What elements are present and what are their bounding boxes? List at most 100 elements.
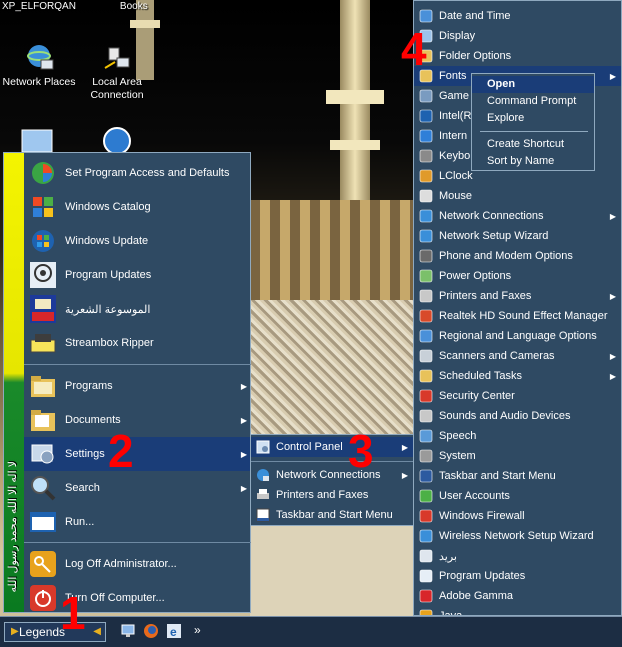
- settings-submenu: Control Panel ▶ Network Connections ▶ Pr…: [250, 434, 414, 526]
- cp-intel-r-icon: [418, 108, 434, 124]
- menu-item-printers-faxes[interactable]: Printers and Faxes: [251, 485, 413, 505]
- menu-item-label: Fonts: [439, 70, 467, 82]
- start-item-label: Programs: [65, 380, 113, 392]
- firefox-icon[interactable]: [143, 623, 159, 639]
- menu-item-label: Security Center: [439, 390, 515, 402]
- desktop-icon-partial-1[interactable]: [20, 128, 54, 154]
- start-item-search[interactable]: Search ▶: [24, 471, 251, 505]
- cp-java-icon: [418, 608, 434, 615]
- start-item-label: Program Updates: [65, 269, 152, 281]
- start-item-windows-update[interactable]: Windows Update: [24, 224, 251, 258]
- cp-game-icon: [418, 88, 434, 104]
- start-item-settings[interactable]: Settings ▶: [24, 437, 251, 471]
- key-icon: [28, 549, 58, 579]
- cp-mouse-icon: [418, 188, 434, 204]
- start-item-documents[interactable]: Documents ▶: [24, 403, 251, 437]
- menu-item-label: بريد: [439, 550, 457, 563]
- context-item-create-shortcut[interactable]: Create Shortcut: [472, 136, 594, 153]
- menu-item-label: Network Connections: [439, 210, 544, 222]
- cp-item-taskbar-and-start-menu[interactable]: Taskbar and Start Menu: [414, 466, 621, 486]
- poetry-encyclopedia-icon: [28, 294, 58, 324]
- cp-item-item-27[interactable]: بريد: [414, 546, 621, 566]
- menu-item-label: System: [439, 450, 476, 462]
- start-item-program-updates[interactable]: Program Updates: [24, 258, 251, 292]
- cp-item-system[interactable]: System: [414, 446, 621, 466]
- cp-item-date-and-time[interactable]: Date and Time: [414, 6, 621, 26]
- menu-item-label: Intern: [439, 130, 468, 142]
- desktop-label-xp[interactable]: XP_ELFORQAN: [2, 0, 76, 14]
- menu-item-taskbar-start[interactable]: Taskbar and Start Menu: [251, 505, 413, 525]
- cp-item-scanners-and-cameras[interactable]: Scanners and Cameras ▶: [414, 346, 621, 366]
- cp-intern-icon: [418, 128, 434, 144]
- menu-item-label: Scheduled Tasks: [439, 370, 522, 382]
- start-item-run[interactable]: Run...: [24, 505, 251, 539]
- context-item-sort-by-name[interactable]: Sort by Name: [472, 153, 594, 170]
- start-item-log-off[interactable]: Log Off Administrator...: [24, 547, 251, 581]
- context-item-command-prompt[interactable]: Command Prompt: [472, 93, 594, 110]
- cp-wireless-network-setup-wizard-icon: [418, 528, 434, 544]
- network-places-shortcut[interactable]: Network Places: [0, 42, 82, 89]
- cp-item-network-setup-wizard[interactable]: Network Setup Wizard: [414, 226, 621, 246]
- start-item-program-access[interactable]: Set Program Access and Defaults: [24, 156, 251, 190]
- menu-item-label: LClock: [439, 170, 473, 182]
- context-separator: [480, 131, 588, 132]
- cp-scanners-and-cameras-icon: [418, 348, 434, 364]
- cp-item-display[interactable]: Display: [414, 26, 621, 46]
- printer-icon: [255, 487, 271, 503]
- cp-item-java[interactable]: Java: [414, 606, 621, 615]
- cp-item-realtek-hd-sound-effect-manager[interactable]: Realtek HD Sound Effect Manager: [414, 306, 621, 326]
- start-menu-separator: [24, 542, 251, 543]
- control-panel-icon: [255, 439, 271, 455]
- start-item-windows-catalog[interactable]: Windows Catalog: [24, 190, 251, 224]
- cp-item-folder-options[interactable]: Folder Options: [414, 46, 621, 66]
- cp-item-sounds-and-audio-devices[interactable]: Sounds and Audio Devices: [414, 406, 621, 426]
- menu-item-control-panel[interactable]: Control Panel ▶: [251, 437, 413, 457]
- start-button-label: Legends: [19, 625, 66, 639]
- cp-item-network-connections[interactable]: Network Connections ▶: [414, 206, 621, 226]
- menu-item-label: Date and Time: [439, 10, 511, 22]
- desktop-icon-partial-2[interactable]: [100, 124, 134, 154]
- internet-explorer-icon[interactable]: e: [166, 623, 182, 639]
- desktop-label-books[interactable]: Books: [120, 0, 148, 14]
- cp-item-user-accounts[interactable]: User Accounts: [414, 486, 621, 506]
- cp-item-scheduled-tasks[interactable]: Scheduled Tasks ▶: [414, 366, 621, 386]
- start-item-label: Streambox Ripper: [65, 337, 154, 349]
- local-area-connection-icon: [104, 47, 130, 69]
- taskbar: ▶ Legends ◀ e »: [0, 616, 622, 647]
- start-item-poetry-encyclopedia[interactable]: الموسوعة الشعرية: [24, 292, 251, 326]
- start-item-streambox-ripper[interactable]: Streambox Ripper: [24, 326, 251, 360]
- start-item-label: Log Off Administrator...: [65, 558, 177, 570]
- cp-item-adobe-gamma[interactable]: Adobe Gamma: [414, 586, 621, 606]
- start-item-programs[interactable]: Programs ▶: [24, 369, 251, 403]
- start-item-turn-off[interactable]: Turn Off Computer...: [24, 581, 251, 615]
- cp-item-security-center[interactable]: Security Center: [414, 386, 621, 406]
- cp-keybo-icon: [418, 148, 434, 164]
- annotation-number-2: 2: [108, 425, 134, 477]
- fonts-context-menu: Open Command Prompt Explore Create Short…: [471, 73, 595, 171]
- cp-item-wireless-network-setup-wizard[interactable]: Wireless Network Setup Wizard: [414, 526, 621, 546]
- context-item-open[interactable]: Open: [472, 76, 594, 93]
- menu-item-network-connections[interactable]: Network Connections ▶: [251, 465, 413, 485]
- cp-item-program-updates[interactable]: Program Updates: [414, 566, 621, 586]
- cp-taskbar-and-start-menu-icon: [418, 468, 434, 484]
- submenu-arrow-icon: ▶: [401, 470, 408, 480]
- cp-item-phone-and-modem-options[interactable]: Phone and Modem Options: [414, 246, 621, 266]
- context-item-explore[interactable]: Explore: [472, 110, 594, 127]
- show-desktop-icon[interactable]: [120, 623, 136, 639]
- start-menu: لا اله الا الله محمد رسول الله Set Progr…: [3, 152, 251, 613]
- cp-item-power-options[interactable]: Power Options: [414, 266, 621, 286]
- quick-launch-chevron[interactable]: »: [194, 623, 201, 637]
- cp-item-regional-and-language-options[interactable]: Regional and Language Options: [414, 326, 621, 346]
- cp-item-windows-firewall[interactable]: Windows Firewall: [414, 506, 621, 526]
- cp-item-printers-and-faxes[interactable]: Printers and Faxes ▶: [414, 286, 621, 306]
- start-button[interactable]: ▶ Legends ◀: [4, 622, 106, 642]
- cp-windows-firewall-icon: [418, 508, 434, 524]
- cp-item-27-icon: [418, 548, 434, 564]
- cp-system-icon: [418, 448, 434, 464]
- start-item-label: Windows Update: [65, 235, 149, 247]
- menu-item-label: Realtek HD Sound Effect Manager: [439, 310, 608, 322]
- local-area-connection-shortcut[interactable]: Local Area Connection: [74, 42, 160, 102]
- cp-item-mouse[interactable]: Mouse: [414, 186, 621, 206]
- programs-folder-icon: [28, 371, 58, 401]
- cp-item-speech[interactable]: Speech: [414, 426, 621, 446]
